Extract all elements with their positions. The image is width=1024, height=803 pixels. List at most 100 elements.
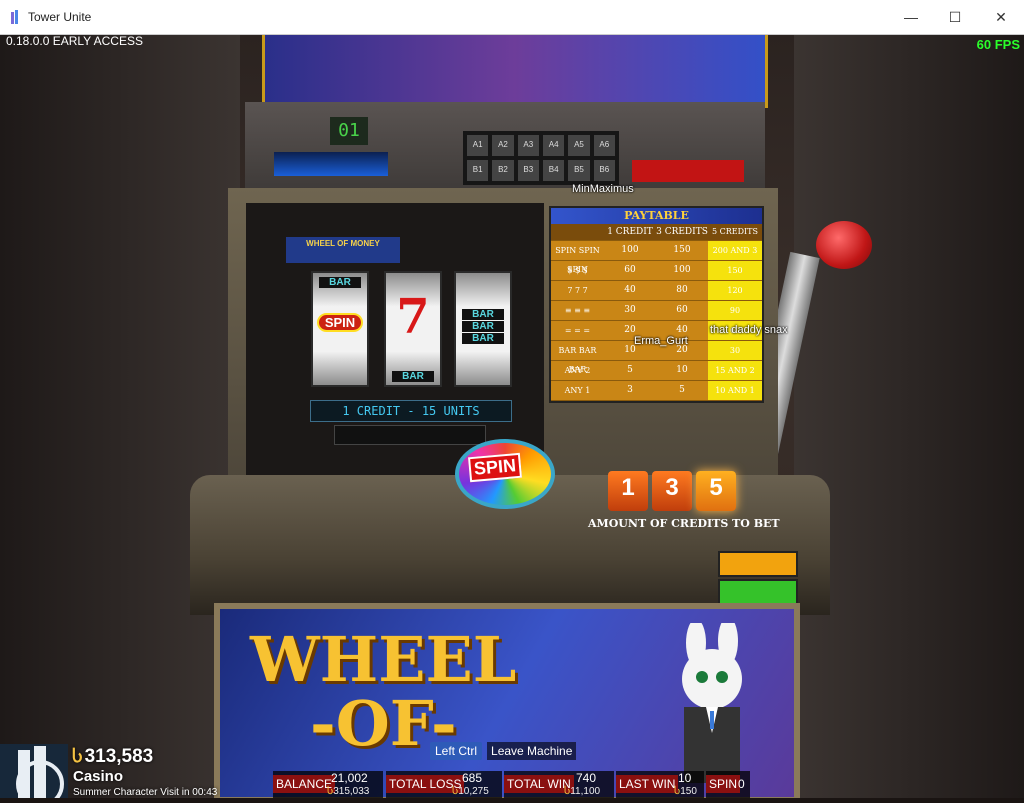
grid-cell: B6 bbox=[593, 160, 615, 181]
bottom-cabinet-art: WHEEL -OF- bbox=[214, 603, 800, 798]
location-label: Casino bbox=[73, 768, 124, 785]
reel-3: BAR BAR BAR bbox=[454, 271, 512, 387]
grid-cell: B3 bbox=[517, 160, 539, 181]
paytable-row: $ $ $ 60 100 150 bbox=[551, 261, 762, 281]
paytable-row: ANY 1 3 5 10 AND 1 SPIN bbox=[551, 381, 762, 401]
player-nametag: that daddy snax bbox=[710, 324, 788, 336]
paytable-row: ≡ ≡ ≡ 30 60 90 bbox=[551, 301, 762, 321]
tower-unite-app-icon bbox=[11, 10, 18, 24]
leave-machine-action[interactable]: Leave Machine bbox=[487, 742, 577, 760]
version-label: 0.18.0.0 EARLY ACCESS bbox=[6, 35, 143, 48]
stat-total-loss: TOTAL LOSS 685 Ⴑ10,275 bbox=[386, 771, 502, 798]
stat-sub-value: 11,100 bbox=[570, 786, 601, 797]
stat-balance: BALANCE 21,002 Ⴑ315,033 bbox=[273, 771, 383, 798]
grid-cell: A2 bbox=[492, 135, 514, 156]
unit-coin-icon: Ⴑ bbox=[72, 747, 83, 766]
paytable-cell: 80 bbox=[676, 285, 688, 295]
paytable-header-cell: 3 CREDITS bbox=[656, 227, 708, 237]
player-avatar bbox=[0, 744, 68, 803]
paytable-cell: 30 bbox=[708, 341, 762, 360]
paytable-cell: 90 bbox=[708, 301, 762, 320]
reel-symbol-bar: BAR bbox=[462, 333, 504, 344]
top-marquee-art bbox=[262, 35, 768, 108]
paytable-cell: 100 bbox=[673, 265, 691, 275]
stat-sub-value: 315,033 bbox=[333, 786, 370, 797]
paytable-cell: 40 bbox=[624, 285, 636, 295]
paytable-cell: 60 bbox=[624, 265, 636, 275]
paytable-row: 7 7 7 40 80 120 bbox=[551, 281, 762, 301]
grid-cell: A3 bbox=[517, 135, 539, 156]
bet-1-credit-button[interactable]: 1 bbox=[608, 471, 648, 511]
reel-2: 7 BAR bbox=[384, 271, 442, 387]
maximize-button[interactable]: ☐ bbox=[932, 0, 978, 34]
paytable-combo: ≡ ≡ ≡ bbox=[564, 306, 591, 315]
reel-symbol-bar: BAR bbox=[392, 371, 434, 382]
player-nametag: Erma_Gurt bbox=[634, 335, 688, 347]
balance-display: Ⴑ 313,583 bbox=[72, 746, 153, 768]
grid-cell: B4 bbox=[543, 160, 565, 181]
spin-button[interactable]: SPIN bbox=[455, 439, 555, 509]
stat-label: LAST WIN bbox=[616, 775, 679, 793]
grid-cell: B2 bbox=[492, 160, 514, 181]
selector-grid: A1 A2 A3 A4 A5 A6 B1 B2 B3 B4 B5 B6 bbox=[463, 131, 619, 185]
game-viewport[interactable]: 01 A1 A2 A3 A4 A5 A6 B1 B2 B3 B4 B5 B6 W… bbox=[0, 35, 1024, 798]
paytable-cell: 10 AND 1 SPIN bbox=[708, 381, 762, 400]
stat-value: 0 bbox=[738, 777, 745, 791]
minimize-button[interactable]: — bbox=[888, 0, 934, 34]
reel-symbol-spin: SPIN bbox=[317, 313, 363, 332]
grid-cell: B5 bbox=[568, 160, 590, 181]
reel-1: BAR SPIN bbox=[311, 271, 369, 387]
paytable-header: 1 CREDIT 3 CREDITS 5 CREDITS bbox=[551, 224, 762, 241]
paytable-cell: 150 bbox=[673, 245, 691, 255]
stat-value: 10 bbox=[678, 771, 692, 785]
paytable-cell: 5 bbox=[627, 365, 633, 375]
grid-cell: A4 bbox=[543, 135, 565, 156]
close-button[interactable]: ✕ bbox=[978, 0, 1024, 34]
blue-indicator-bar bbox=[274, 152, 388, 176]
paytable-combo: SPIN SPIN SPIN bbox=[555, 246, 600, 274]
bet-5-credits-button[interactable]: 5 bbox=[696, 471, 736, 511]
paytable-header-cell: 5 CREDITS bbox=[708, 224, 762, 240]
yellow-lamp bbox=[718, 551, 798, 577]
paytable-cell: 100 bbox=[621, 245, 639, 255]
paytable-cell: 120 bbox=[708, 281, 762, 300]
stat-last-win: LAST WIN 10 Ⴑ150 bbox=[616, 771, 704, 798]
bet-3-credits-button[interactable]: 3 bbox=[652, 471, 692, 511]
balance-value: 313,583 bbox=[84, 746, 154, 767]
paytable-row: ANY 2 5 10 15 AND 2 SPINS bbox=[551, 361, 762, 394]
reel-symbol-bar: BAR bbox=[462, 321, 504, 332]
paytable-combo: ANY 2 bbox=[564, 366, 591, 375]
paytable-row: SPIN SPIN SPIN 100 150 200 AND 3 SPINS bbox=[551, 241, 762, 274]
stat-value: 21,002 bbox=[331, 771, 368, 785]
lever-knob[interactable] bbox=[816, 221, 872, 269]
paytable-header-cell: 1 CREDIT bbox=[607, 227, 653, 237]
stat-value: 685 bbox=[462, 771, 483, 785]
stat-spin: SPIN 0 bbox=[706, 771, 750, 798]
paytable-combo: ANY 1 bbox=[564, 386, 591, 395]
stat-value: 740 bbox=[576, 771, 597, 785]
paytable-cell: 15 AND 2 SPINS bbox=[708, 361, 762, 394]
stat-sub-value: 150 bbox=[680, 786, 697, 797]
left-cabinet-wall bbox=[0, 35, 240, 798]
window-titlebar: Tower Unite — ☐ ✕ bbox=[0, 0, 1024, 35]
player-nametag: MinMaximus bbox=[572, 183, 634, 195]
reel-symbol-bar: BAR bbox=[462, 309, 504, 320]
stat-sub-value: 10,275 bbox=[458, 786, 489, 797]
paytable-cell: 60 bbox=[676, 305, 688, 315]
paytable-combo: 7 7 7 bbox=[567, 286, 588, 295]
paytable-cell: 5 bbox=[679, 385, 685, 395]
amount-of-credits-label: AMOUNT OF CREDITS TO BET bbox=[588, 517, 780, 530]
grid-cell: B1 bbox=[467, 160, 489, 181]
red-indicator-bar bbox=[632, 160, 744, 182]
reel-symbol-bar: BAR bbox=[319, 277, 361, 288]
machine-logo-small: WHEEL OF MONEY bbox=[286, 237, 400, 263]
event-timer: Summer Character Visit in 00:43 bbox=[73, 787, 218, 798]
paytable-title: PAYTABLE bbox=[551, 208, 762, 224]
paytable-combo: BAR BAR BAR bbox=[558, 346, 597, 374]
stat-label: SPIN bbox=[706, 775, 741, 793]
wheel-word: WHEEL bbox=[250, 623, 517, 696]
right-cabinet-wall bbox=[794, 35, 1024, 798]
machine-number-display: 01 bbox=[330, 117, 368, 145]
paytable: PAYTABLE 1 CREDIT 3 CREDITS 5 CREDITS SP… bbox=[549, 206, 764, 403]
paytable-cell: 3 bbox=[627, 385, 633, 395]
